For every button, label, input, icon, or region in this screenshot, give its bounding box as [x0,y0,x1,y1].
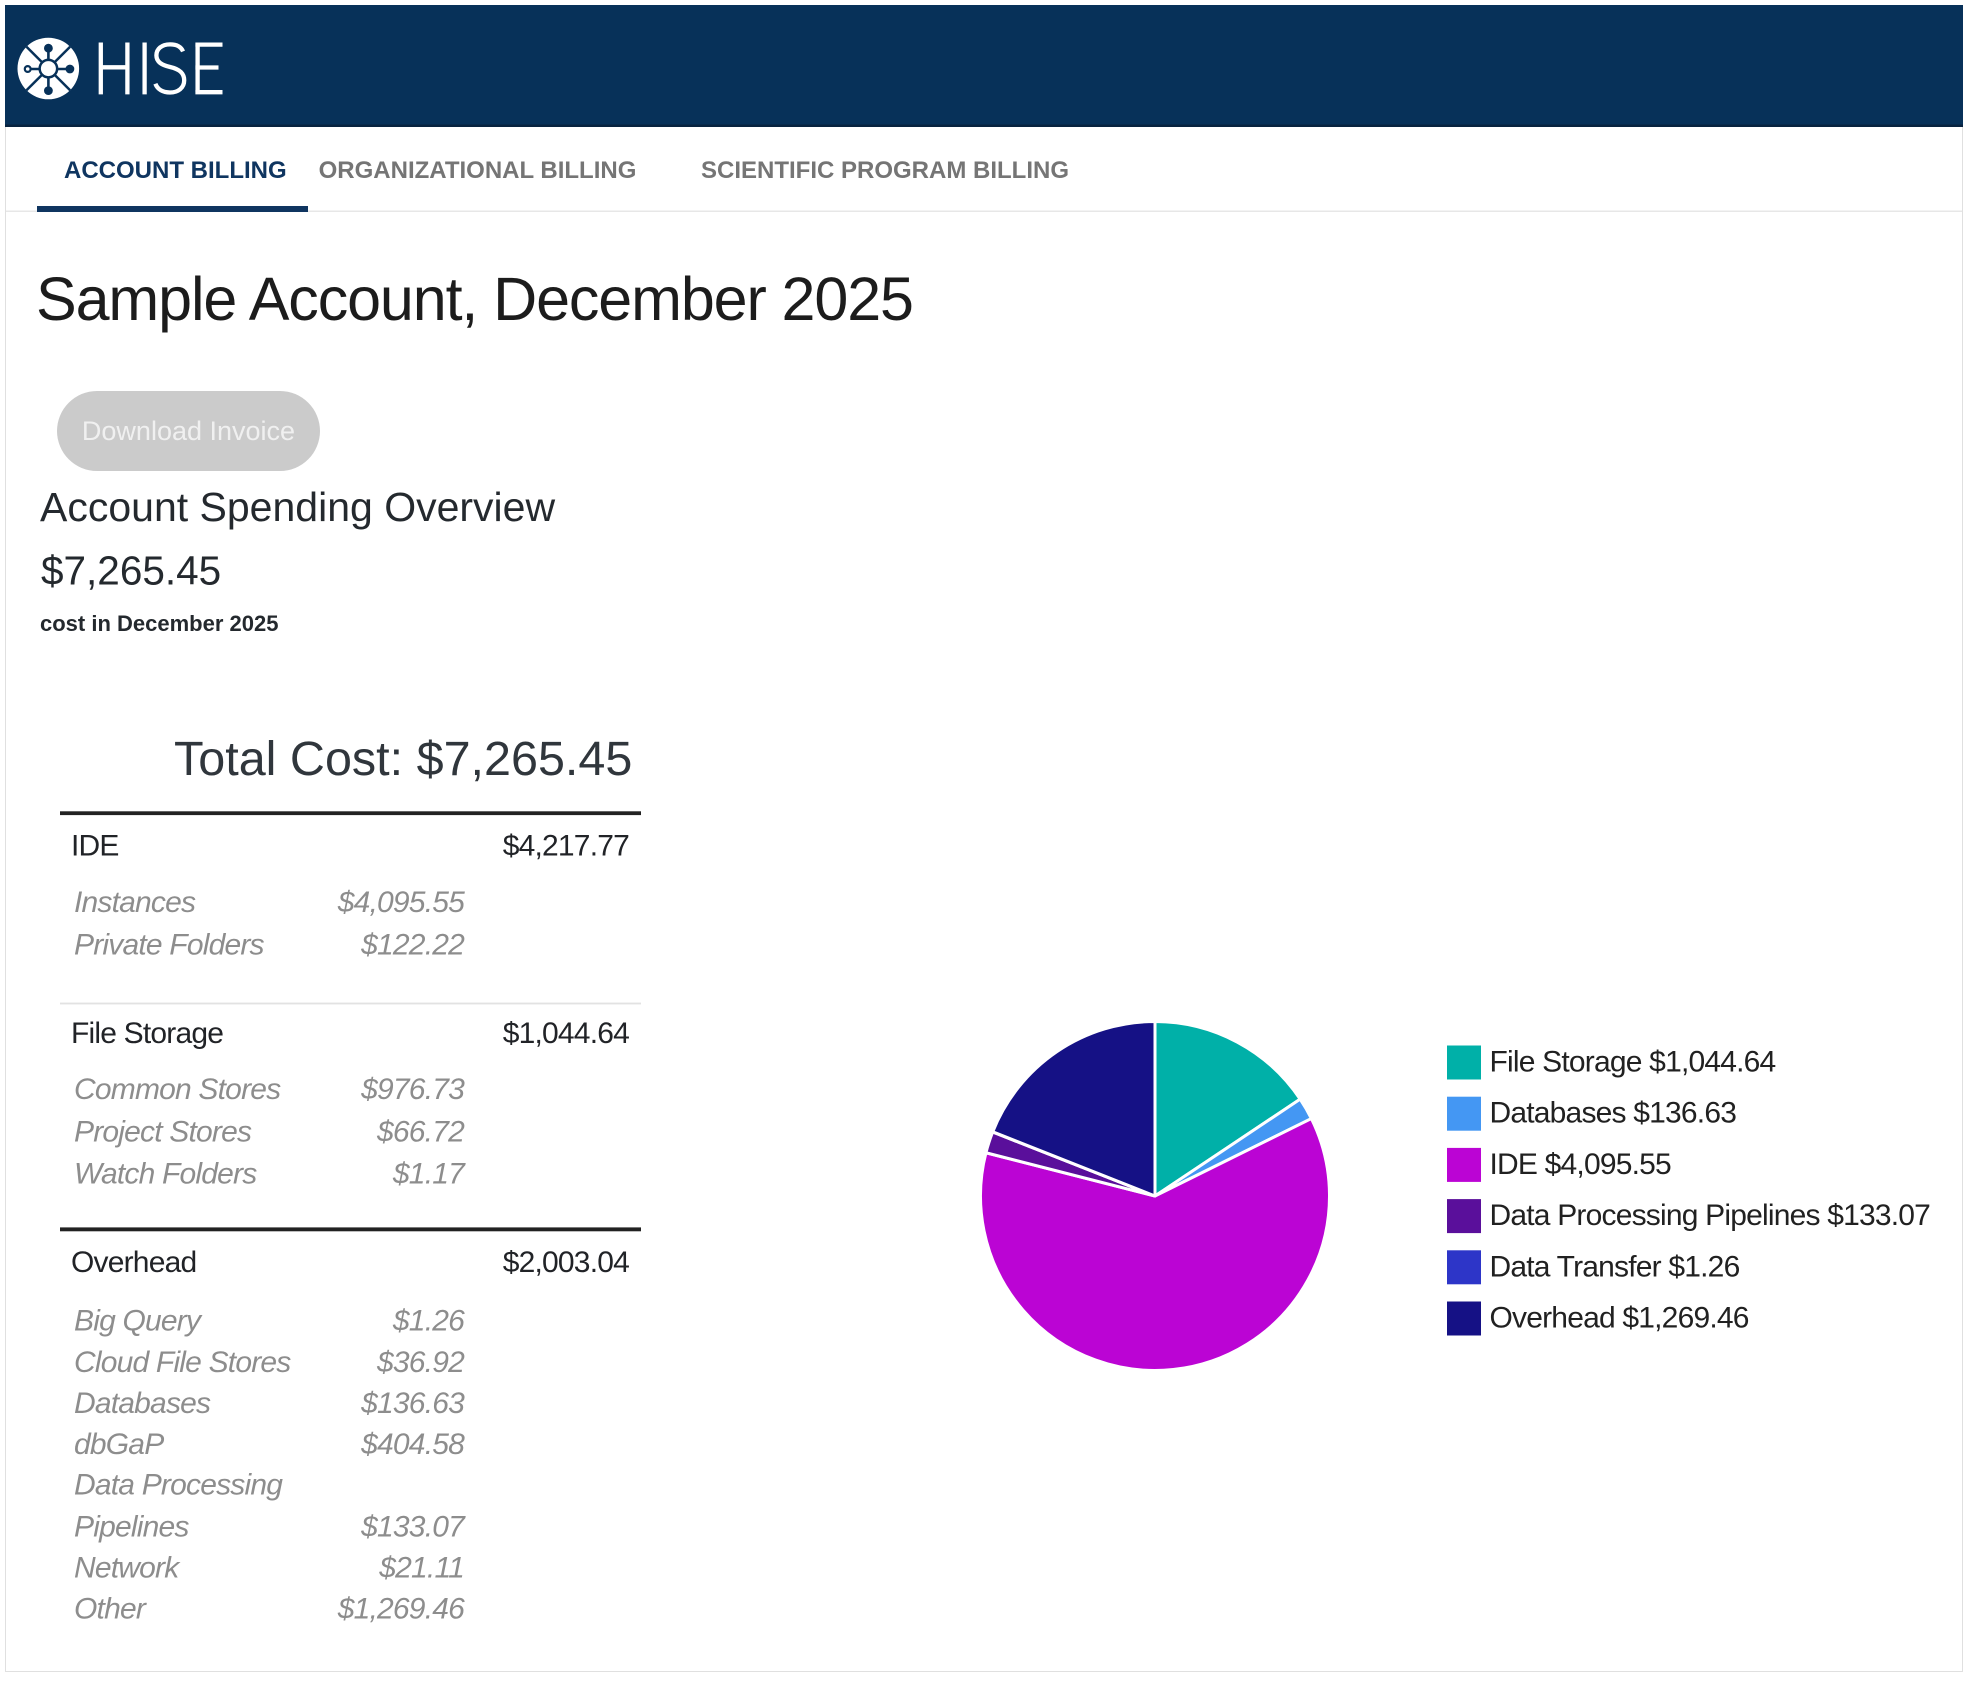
svg-text:Network: Network [74,1551,181,1584]
svg-text:$2,003.04: $2,003.04 [503,1246,629,1279]
svg-text:IDE: IDE [71,830,119,863]
svg-text:Big Query: Big Query [74,1305,203,1338]
svg-text:Sample Account, December 2025: Sample Account, December 2025 [36,265,913,333]
svg-text:ACCOUNT BILLING: ACCOUNT BILLING [64,157,287,184]
svg-text:Total Cost: $7,265.45: Total Cost: $7,265.45 [174,732,632,786]
svg-text:$66.72: $66.72 [376,1116,465,1149]
svg-text:Data Transfer $1.26: Data Transfer $1.26 [1490,1250,1740,1283]
svg-text:$1,269.46: $1,269.46 [337,1593,465,1626]
svg-text:$136.63: $136.63 [360,1387,465,1420]
svg-text:Data Processing Pipelines $133: Data Processing Pipelines $133.07 [1490,1199,1931,1232]
svg-text:Private Folders: Private Folders [74,929,265,962]
svg-text:$21.11: $21.11 [378,1551,464,1584]
svg-text:dbGaP: dbGaP [74,1428,164,1461]
svg-text:Overhead: Overhead [71,1246,196,1279]
svg-text:Databases $136.63: Databases $136.63 [1490,1097,1737,1130]
svg-text:$1,044.64: $1,044.64 [503,1017,629,1050]
svg-text:$1.17: $1.17 [392,1158,466,1191]
svg-text:$36.92: $36.92 [376,1346,465,1379]
svg-text:File Storage $1,044.64: File Storage $1,044.64 [1490,1046,1776,1079]
svg-text:Watch Folders: Watch Folders [74,1158,257,1191]
svg-text:$7,265.45: $7,265.45 [41,548,221,594]
svg-text:Download Invoice: Download Invoice [82,416,295,446]
svg-text:ORGANIZATIONAL BILLING: ORGANIZATIONAL BILLING [319,157,637,184]
svg-text:$122.22: $122.22 [360,929,465,962]
svg-text:Account Spending Overview: Account Spending Overview [40,484,555,530]
svg-text:SCIENTIFIC PROGRAM BILLING: SCIENTIFIC PROGRAM BILLING [701,157,1069,184]
svg-text:File Storage: File Storage [71,1017,223,1050]
svg-text:Instances: Instances [74,886,196,919]
svg-text:Pipelines: Pipelines [74,1510,189,1543]
svg-text:$4,217.77: $4,217.77 [503,830,629,863]
svg-text:$133.07: $133.07 [360,1510,466,1543]
svg-text:$4,095.55: $4,095.55 [337,886,465,919]
svg-text:Databases: Databases [74,1387,211,1420]
svg-text:Common Stores: Common Stores [74,1073,281,1106]
svg-text:Other: Other [74,1593,147,1626]
svg-text:Overhead $1,269.46: Overhead $1,269.46 [1490,1302,1749,1335]
svg-text:cost in December 2025: cost in December 2025 [40,611,278,636]
svg-text:Project Stores: Project Stores [74,1116,252,1149]
svg-text:Data Processing: Data Processing [74,1468,283,1501]
svg-text:IDE $4,095.55: IDE $4,095.55 [1490,1148,1672,1181]
svg-text:$1.26: $1.26 [392,1305,465,1338]
svg-text:$404.58: $404.58 [360,1428,465,1461]
svg-text:Cloud File Stores: Cloud File Stores [74,1346,291,1379]
svg-text:$976.73: $976.73 [360,1073,465,1106]
